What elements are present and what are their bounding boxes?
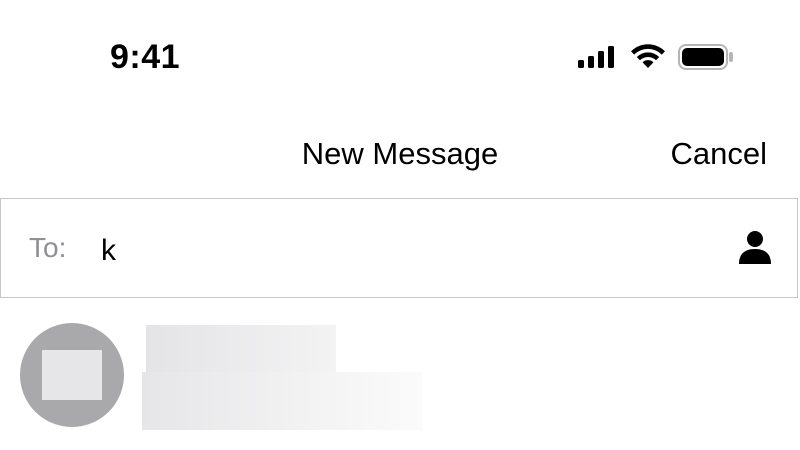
avatar-placeholder-image bbox=[42, 350, 102, 400]
suggestion-list-item[interactable] bbox=[0, 310, 800, 450]
cellular-signal-icon bbox=[578, 46, 618, 73]
status-time: 9:41 bbox=[110, 38, 181, 76]
contact-detail-placeholder bbox=[142, 372, 422, 430]
cancel-button[interactable]: Cancel bbox=[671, 136, 768, 172]
new-message-screen: 9:41 New Message Cancel To: k bbox=[0, 0, 800, 450]
status-bar: 9:41 bbox=[0, 0, 800, 110]
to-field-row: To: bbox=[0, 198, 798, 298]
to-label: To: bbox=[29, 232, 67, 263]
recipient-input[interactable] bbox=[101, 229, 661, 273]
status-icons bbox=[578, 44, 734, 75]
wifi-icon bbox=[630, 44, 666, 75]
contact-name-placeholder bbox=[146, 325, 336, 377]
person-icon bbox=[735, 231, 775, 271]
avatar bbox=[20, 323, 124, 427]
battery-icon bbox=[678, 44, 734, 75]
add-contact-button[interactable] bbox=[735, 228, 775, 268]
